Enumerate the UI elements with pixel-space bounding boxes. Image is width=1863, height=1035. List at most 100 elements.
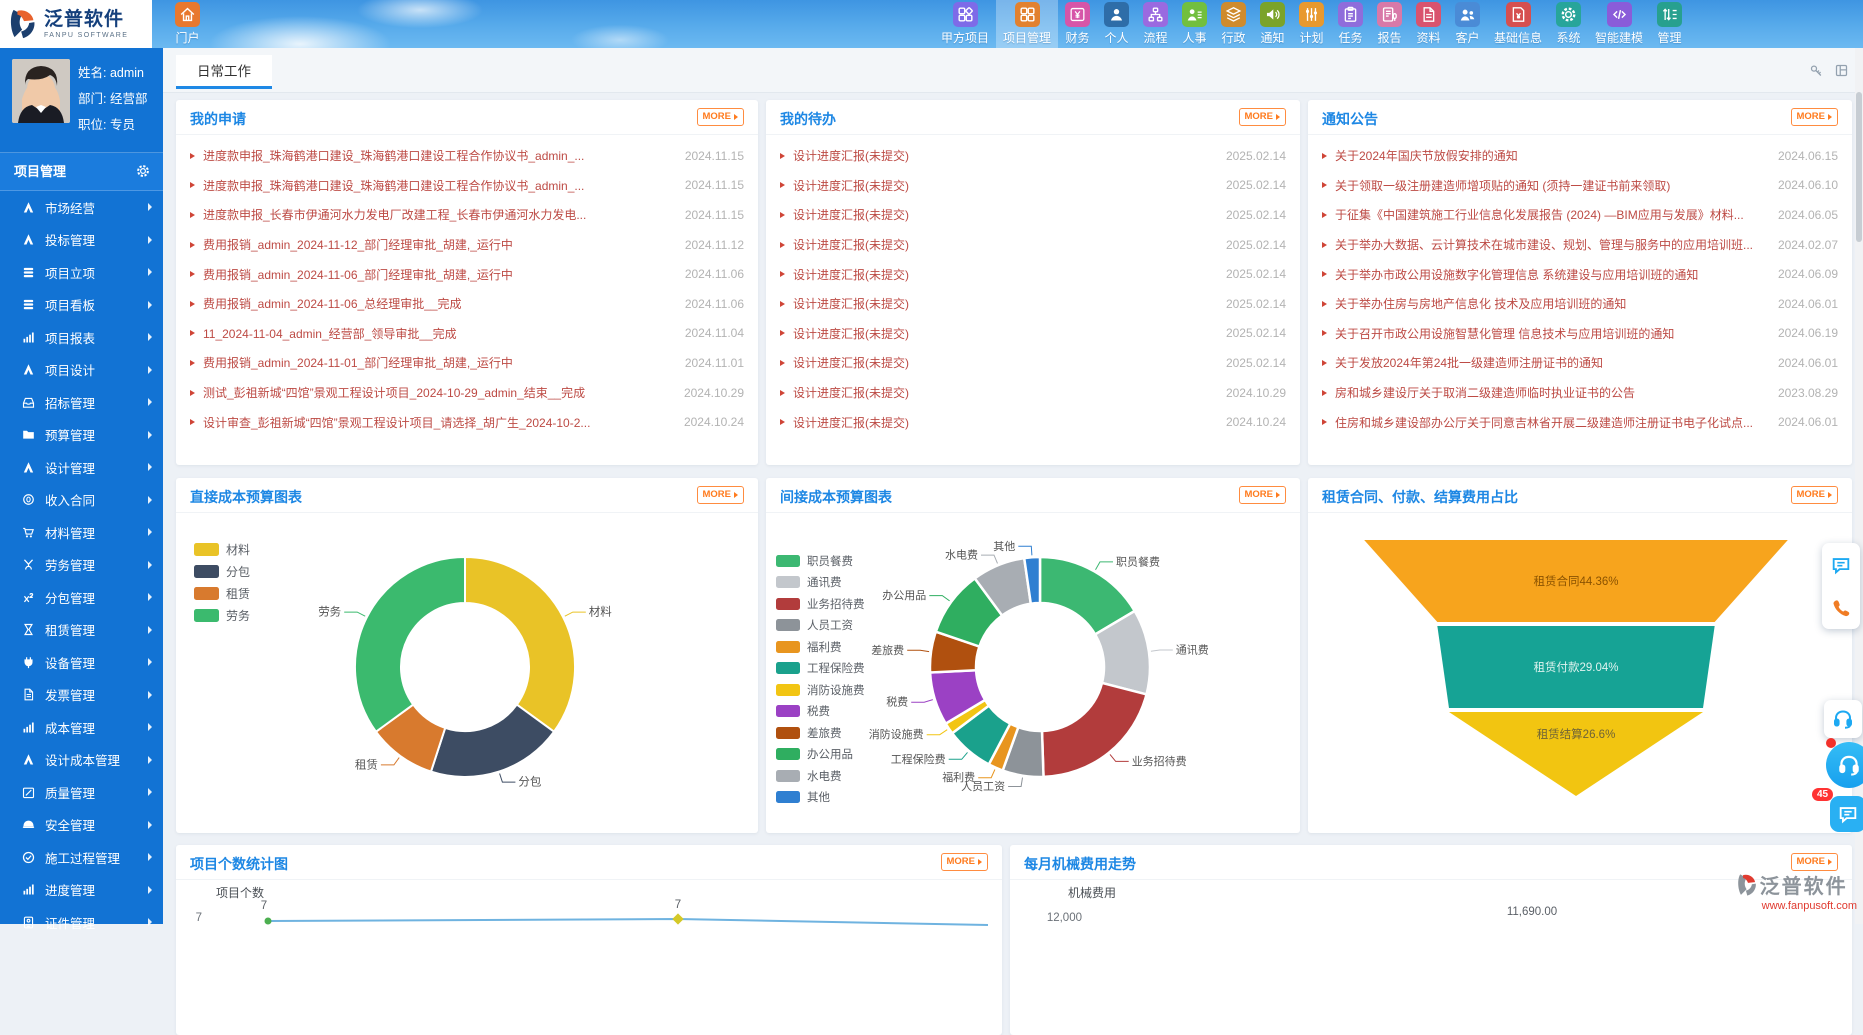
- funnel-band[interactable]: [1449, 712, 1703, 796]
- list-item[interactable]: 关于2024年国庆节放假安排的通知2024.06.15: [1322, 141, 1838, 171]
- sidebar-item[interactable]: 设备管理: [0, 646, 163, 679]
- nav-item[interactable]: 个人: [1097, 0, 1136, 48]
- panel-title[interactable]: 间接成本预算图表: [780, 487, 892, 507]
- list-item[interactable]: 设计进度汇报(未提交)2024.10.29: [780, 378, 1286, 408]
- legend-item[interactable]: 水电费: [776, 765, 865, 787]
- nav-item[interactable]: 系统: [1549, 0, 1588, 48]
- more-button[interactable]: MORE: [1791, 108, 1839, 126]
- headset-icon[interactable]: [1831, 707, 1855, 731]
- legend-item[interactable]: 分包: [194, 560, 250, 582]
- list-item[interactable]: 设计进度汇报(未提交)2025.02.14: [780, 171, 1286, 201]
- legend-item[interactable]: 材料: [194, 538, 250, 560]
- sidebar-item[interactable]: 安全管理: [0, 809, 163, 842]
- nav-item[interactable]: 项目管理: [996, 0, 1058, 48]
- legend-item[interactable]: 工程保险费: [776, 658, 865, 680]
- nav-item[interactable]: 基础信息: [1487, 0, 1549, 48]
- list-item[interactable]: 设计进度汇报(未提交)2025.02.14: [780, 200, 1286, 230]
- legend-item[interactable]: 差旅费: [776, 722, 865, 744]
- legend-item[interactable]: 福利费: [776, 636, 865, 658]
- nav-item[interactable]: 计划: [1292, 0, 1331, 48]
- nav-item[interactable]: 流程: [1136, 0, 1175, 48]
- nav-item[interactable]: 报告: [1370, 0, 1409, 48]
- list-item[interactable]: 设计进度汇报(未提交)2025.02.14: [780, 230, 1286, 260]
- sidebar-item[interactable]: 项目设计: [0, 354, 163, 387]
- list-item[interactable]: 费用报销_admin_2024-11-12_部门经理审批_胡建,_运行中2024…: [190, 230, 744, 260]
- list-item[interactable]: 设计审查_彭祖新城“四馆”景观工程设计项目_请选择_胡广生_2024-10-2.…: [190, 407, 744, 437]
- nav-item-portal[interactable]: 门户: [168, 0, 207, 48]
- more-button[interactable]: MORE: [1239, 486, 1287, 504]
- more-button[interactable]: MORE: [697, 486, 745, 504]
- legend-item[interactable]: 租赁: [194, 582, 250, 604]
- sidebar-item[interactable]: 租赁管理: [0, 614, 163, 647]
- nav-item[interactable]: 资料: [1409, 0, 1448, 48]
- legend-item[interactable]: 消防设施费: [776, 679, 865, 701]
- list-item[interactable]: 11_2024-11-04_admin_经营部_领导审批__完成2024.11.…: [190, 319, 744, 349]
- list-item[interactable]: 设计进度汇报(未提交)2025.02.14: [780, 289, 1286, 319]
- list-item[interactable]: 进度款申报_珠海鹤港口建设_珠海鹤港口建设工程合作协议书_admin_...20…: [190, 141, 744, 171]
- sidebar-item[interactable]: 成本管理: [0, 711, 163, 744]
- sidebar-item[interactable]: 分包管理: [0, 581, 163, 614]
- more-button[interactable]: MORE: [697, 108, 745, 126]
- nav-item[interactable]: 通知: [1253, 0, 1292, 48]
- list-item[interactable]: 费用报销_admin_2024-11-01_部门经理审批_胡建,_运行中2024…: [190, 348, 744, 378]
- list-item[interactable]: 关于发放2024年第24批一级建造师注册证书的通知2024.06.01: [1322, 348, 1838, 378]
- list-item[interactable]: 房和城乡建设厅关于取消二级建造师临时执业证书的公告2023.08.29: [1322, 378, 1838, 408]
- panel-title[interactable]: 每月机械费用走势: [1024, 854, 1136, 874]
- panel-title[interactable]: 通知公告: [1322, 109, 1378, 129]
- list-item[interactable]: 进度款申报_珠海鹤港口建设_珠海鹤港口建设工程合作协议书_admin_...20…: [190, 171, 744, 201]
- sidebar-item[interactable]: 项目看板: [0, 289, 163, 322]
- sidebar-item[interactable]: 设计管理: [0, 451, 163, 484]
- list-item[interactable]: 设计进度汇报(未提交)2025.02.14: [780, 259, 1286, 289]
- list-item[interactable]: 住房和城乡建设部办公厅关于同意吉林省开展二级建造师注册证书电子化试点...202…: [1322, 407, 1838, 437]
- nav-item[interactable]: 甲方项目: [934, 0, 996, 48]
- more-button[interactable]: MORE: [1791, 486, 1839, 504]
- sidebar-item[interactable]: 收入合同: [0, 484, 163, 517]
- sidebar-item[interactable]: 项目立项: [0, 256, 163, 289]
- layout-icon[interactable]: [1834, 63, 1849, 78]
- list-item[interactable]: 测试_彭祖新城“四馆”景观工程设计项目_2024-10-29_admin_结束_…: [190, 378, 744, 408]
- panel-title[interactable]: 租赁合同、付款、结算费用占比: [1322, 487, 1518, 507]
- list-item[interactable]: 关于举办住房与房地产信息化 技术及应用培训班的通知2024.06.01: [1322, 289, 1838, 319]
- sidebar-item[interactable]: 进度管理: [0, 874, 163, 907]
- list-item[interactable]: 关于举办市政公用设施数字化管理信息 系统建设与应用培训班的通知2024.06.0…: [1322, 259, 1838, 289]
- sidebar-item[interactable]: 证件管理: [0, 906, 163, 939]
- more-button[interactable]: MORE: [1791, 853, 1839, 871]
- legend-item[interactable]: 劳务: [194, 604, 250, 626]
- legend-item[interactable]: 职员餐费: [776, 550, 865, 572]
- list-item[interactable]: 设计进度汇报(未提交)2025.02.14: [780, 348, 1286, 378]
- legend-item[interactable]: 税费: [776, 701, 865, 723]
- nav-item[interactable]: 客户: [1448, 0, 1487, 48]
- scrollbar-thumb[interactable]: [1856, 92, 1862, 242]
- sidebar-item[interactable]: 市场经营: [0, 191, 163, 224]
- list-item[interactable]: 设计进度汇报(未提交)2024.10.24: [780, 407, 1286, 437]
- watermark-url[interactable]: www.fanpusoft.com: [1762, 900, 1857, 912]
- list-item[interactable]: 关于领取一级注册建造师增项贴的通知 (须持一建证书前来领取)2024.06.10: [1322, 171, 1838, 201]
- panel-title[interactable]: 项目个数统计图: [190, 854, 288, 874]
- nav-item[interactable]: 财务: [1058, 0, 1097, 48]
- sidebar-item[interactable]: 预算管理: [0, 419, 163, 452]
- sidebar-item[interactable]: 质量管理: [0, 776, 163, 809]
- donut-slice[interactable]: [465, 557, 575, 732]
- phone-icon[interactable]: [1830, 597, 1852, 619]
- panel-title[interactable]: 我的待办: [780, 109, 836, 129]
- nav-item[interactable]: 任务: [1331, 0, 1370, 48]
- chat-button[interactable]: [1830, 796, 1863, 832]
- list-item[interactable]: 费用报销_admin_2024-11-06_总经理审批__完成2024.11.0…: [190, 289, 744, 319]
- nav-item[interactable]: 智能建模: [1588, 0, 1650, 48]
- legend-item[interactable]: 人员工资: [776, 615, 865, 637]
- list-item[interactable]: 于征集《中国建筑施工行业信息化发展报告 (2024) —BIM应用与发展》材料.…: [1322, 200, 1838, 230]
- tab-daily-work[interactable]: 日常工作: [176, 55, 272, 89]
- sidebar-item[interactable]: 项目报表: [0, 321, 163, 354]
- list-item[interactable]: 设计进度汇报(未提交)2025.02.14: [780, 319, 1286, 349]
- qq-contact-icon[interactable]: [1830, 554, 1852, 576]
- list-item[interactable]: 费用报销_admin_2024-11-06_部门经理审批_胡建,_运行中2024…: [190, 259, 744, 289]
- gear-icon[interactable]: [135, 163, 151, 179]
- sidebar-item[interactable]: 施工过程管理: [0, 841, 163, 874]
- sidebar-item[interactable]: 投标管理: [0, 224, 163, 257]
- list-item[interactable]: 进度款申报_长春市伊通河水力发电厂改建工程_长春市伊通河水力发电...2024.…: [190, 200, 744, 230]
- legend-item[interactable]: 办公用品: [776, 744, 865, 766]
- more-button[interactable]: MORE: [1239, 108, 1287, 126]
- sidebar-item[interactable]: 发票管理: [0, 679, 163, 712]
- list-item[interactable]: 关于召开市政公用设施智慧化管理 信息技术与应用培训班的通知2024.06.19: [1322, 319, 1838, 349]
- panel-title[interactable]: 我的申请: [190, 109, 246, 129]
